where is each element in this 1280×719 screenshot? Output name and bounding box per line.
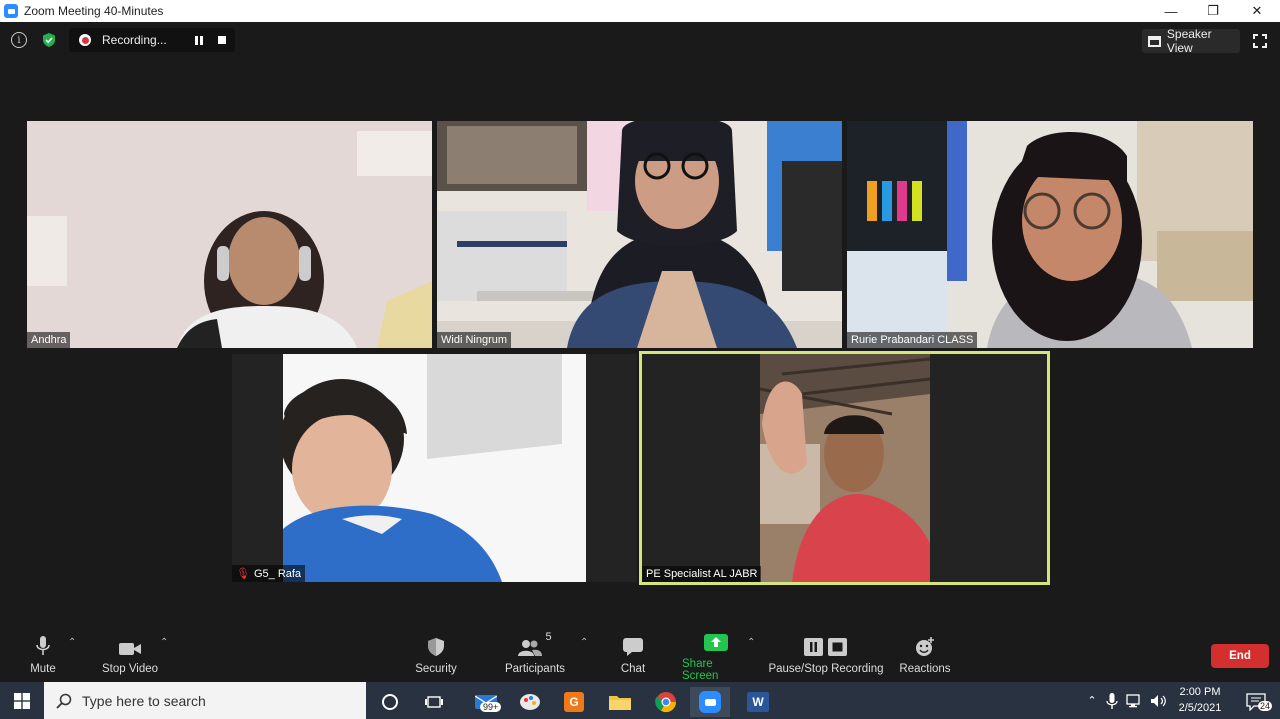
speaker-view-icon xyxy=(1148,35,1161,47)
reactions-smiley-icon xyxy=(914,627,936,657)
participants-count: 5 xyxy=(545,631,552,643)
participant-name: Rurie Prabandari CLASS xyxy=(847,332,978,348)
chat-bubble-icon xyxy=(622,627,644,657)
search-icon xyxy=(56,693,72,709)
zoom-taskbar-icon[interactable] xyxy=(690,687,730,717)
restore-button[interactable]: ❐ xyxy=(1192,0,1234,22)
window-title: Zoom Meeting 40-Minutes xyxy=(24,4,164,18)
participant-name: PE Specialist AL JABR xyxy=(642,566,762,582)
participant-video xyxy=(437,121,842,348)
reactions-button[interactable]: Reactions xyxy=(898,627,952,682)
share-screen-label: Share Screen xyxy=(682,658,719,682)
stop-video-button[interactable]: Stop Video xyxy=(98,627,162,682)
mail-unread-badge: 99+ xyxy=(480,702,502,712)
security-label: Security xyxy=(415,663,457,675)
participant-name: Andhra xyxy=(27,332,71,348)
cortana-icon[interactable] xyxy=(370,687,410,717)
close-button[interactable]: ✕ xyxy=(1236,0,1278,22)
zoom-app-icon xyxy=(4,4,18,18)
mute-button[interactable]: Mute xyxy=(26,627,60,682)
encryption-shield-icon[interactable] xyxy=(41,32,57,48)
mute-label: Mute xyxy=(30,663,56,675)
video-options-caret-icon[interactable]: ⌃ xyxy=(160,637,168,648)
pause-recording-icon[interactable] xyxy=(195,36,203,45)
chat-label: Chat xyxy=(620,663,646,675)
participants-icon: 5 xyxy=(518,627,552,657)
system-tray: ⌃ xyxy=(1084,682,1168,719)
taskbar-search-placeholder: Type here to search xyxy=(82,692,206,709)
speaker-view-button[interactable]: Speaker View xyxy=(1142,27,1240,55)
office-app-icon[interactable]: G xyxy=(554,687,594,717)
taskbar-clock[interactable]: 2:00 PM 2/5/2021 xyxy=(1172,684,1228,716)
file-explorer-icon[interactable] xyxy=(600,687,640,717)
chrome-icon[interactable] xyxy=(646,687,686,717)
participants-label: Participants xyxy=(504,663,566,675)
participant-name: G5_ Rafa xyxy=(253,568,302,580)
participants-button[interactable]: 5 Participants xyxy=(504,627,566,682)
video-tile-g5-rafa[interactable]: 🎙 G5_ Rafa xyxy=(232,354,637,582)
clock-date: 2/5/2021 xyxy=(1178,702,1222,714)
recording-dot-icon xyxy=(79,34,91,46)
video-tile-rurie-prabandari[interactable]: Rurie Prabandari CLASS xyxy=(847,121,1253,348)
microphone-tray-icon[interactable] xyxy=(1106,692,1118,709)
share-screen-icon xyxy=(704,627,728,652)
paint-app-icon[interactable] xyxy=(510,687,550,717)
participant-video xyxy=(759,354,931,582)
pause-stop-recording-button[interactable]: Pause/Stop Recording xyxy=(768,627,884,682)
windows-taskbar: Type here to search 99+ G W ⌃ 2:00 PM 2/… xyxy=(0,682,1280,719)
stop-video-label: Stop Video xyxy=(101,663,159,675)
windows-start-icon[interactable] xyxy=(0,682,44,719)
pause-stop-recording-icon xyxy=(804,627,848,657)
share-screen-button[interactable]: Share Screen xyxy=(682,627,750,682)
task-view-icon[interactable] xyxy=(414,687,454,717)
mail-app-icon[interactable]: 99+ xyxy=(466,687,506,717)
volume-icon[interactable] xyxy=(1150,694,1168,708)
speaker-view-label: Speaker View xyxy=(1166,27,1212,55)
video-tile-andhra[interactable]: Andhra xyxy=(27,121,432,348)
recording-indicator: Recording... xyxy=(69,28,235,52)
stop-recording-icon[interactable] xyxy=(218,36,226,44)
network-icon[interactable] xyxy=(1126,693,1144,708)
participant-name: Widi Ningrum xyxy=(437,332,512,348)
end-meeting-button[interactable]: End xyxy=(1211,644,1269,668)
pause-stop-recording-label: Pause/Stop Recording xyxy=(768,663,884,675)
notifications-count: 24 xyxy=(1258,701,1273,711)
minimize-button[interactable]: — xyxy=(1150,0,1192,22)
video-camera-icon xyxy=(118,627,142,657)
video-tile-widi-ningrum[interactable]: Widi Ningrum xyxy=(437,121,842,348)
muted-mic-icon: 🎙 xyxy=(236,568,250,580)
chat-button[interactable]: Chat xyxy=(617,627,649,682)
notifications-icon[interactable]: 24 xyxy=(1236,687,1276,717)
clock-time: 2:00 PM xyxy=(1179,686,1221,698)
participant-name-bar: 🎙 G5_ Rafa xyxy=(232,565,306,582)
info-icon[interactable]: i xyxy=(11,32,27,48)
participants-options-caret-icon[interactable]: ⌃ xyxy=(580,637,588,648)
word-app-icon[interactable]: W xyxy=(738,687,778,717)
audio-options-caret-icon[interactable]: ⌃ xyxy=(68,637,76,648)
video-tile-pe-specialist-active-speaker[interactable]: PE Specialist AL JABR xyxy=(639,351,1050,585)
show-hidden-icons-chevron-icon[interactable]: ⌃ xyxy=(1084,694,1100,707)
taskbar-search-box[interactable]: Type here to search xyxy=(44,682,366,719)
security-shield-icon xyxy=(427,627,445,657)
security-button[interactable]: Security xyxy=(413,627,459,682)
microphone-icon xyxy=(35,627,51,657)
reactions-label: Reactions xyxy=(899,663,951,675)
share-options-caret-icon[interactable]: ⌃ xyxy=(747,637,755,648)
meeting-toolbar: Mute ⌃ Stop Video ⌃ Security 5 Participa… xyxy=(0,627,1280,682)
participant-video xyxy=(27,121,432,348)
fullscreen-icon[interactable] xyxy=(1253,34,1267,48)
window-titlebar: Zoom Meeting 40-Minutes — ❐ ✕ xyxy=(0,0,1280,22)
participant-video xyxy=(847,121,1253,348)
recording-label: Recording... xyxy=(102,33,167,47)
participant-video xyxy=(280,354,586,582)
